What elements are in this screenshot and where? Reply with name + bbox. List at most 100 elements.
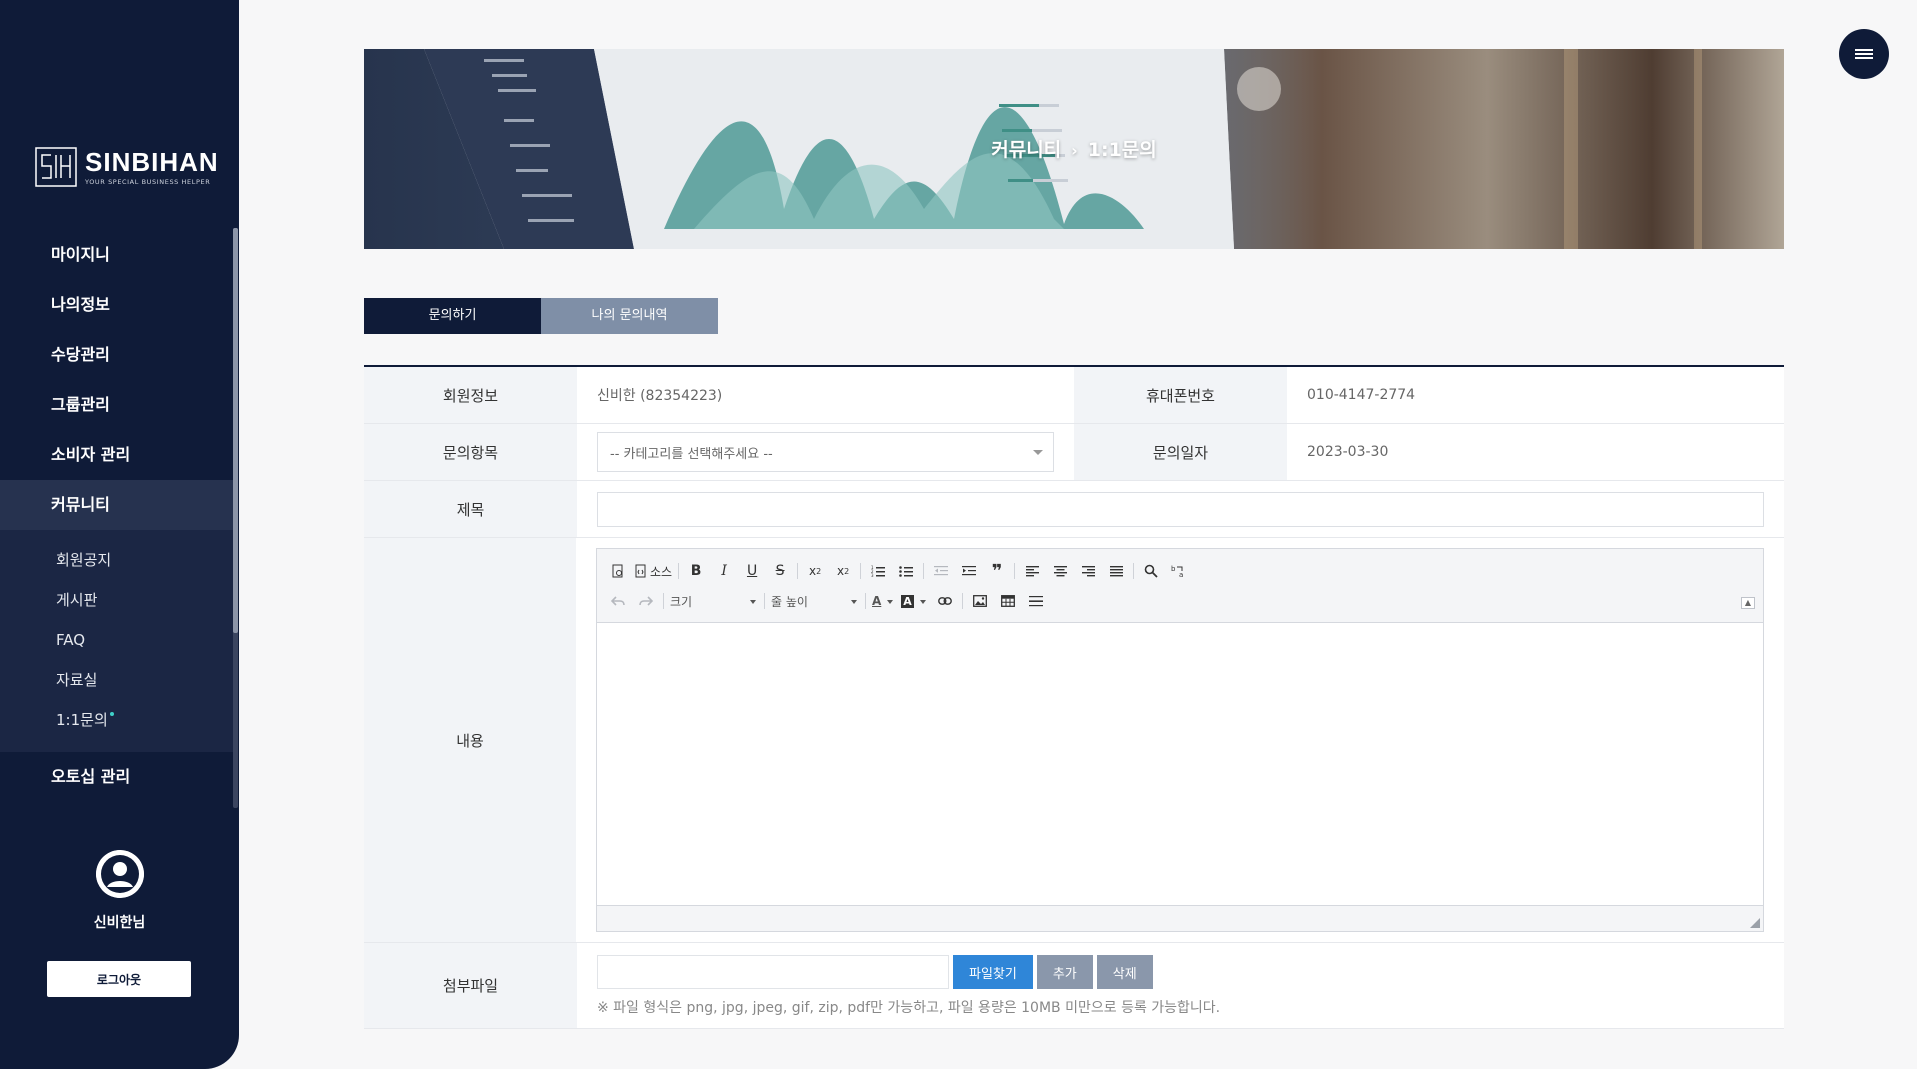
category-label: 문의항목 (364, 424, 577, 480)
submenu-item-board[interactable]: 게시판 (0, 580, 233, 620)
toolbar-separator (923, 563, 925, 579)
submenu-item-inquiry[interactable]: 1:1문의 (0, 700, 233, 740)
align-left-icon[interactable] (1021, 560, 1043, 582)
outdent-icon[interactable] (930, 560, 952, 582)
resize-handle-icon[interactable] (1750, 918, 1760, 928)
replace-icon[interactable]: ba (1168, 560, 1190, 582)
hamburger-menu-button[interactable] (1839, 29, 1889, 79)
undo-icon[interactable] (607, 590, 629, 612)
brand-title: SINBIHAN (85, 146, 219, 177)
subscript-icon[interactable]: x2 (804, 560, 826, 582)
search-icon[interactable] (1140, 560, 1162, 582)
submenu-label: 자료실 (56, 671, 98, 689)
content-cell: 소스 B I U S x2 x2 123 ❞ b a 크기 줄 높이 A A ▲ (576, 538, 1784, 942)
toolbar-separator (764, 593, 765, 609)
sidebar-item-group[interactable]: 그룹관리 (0, 380, 233, 430)
svg-text:3: 3 (871, 573, 874, 577)
sidebar-item-consumer[interactable]: 소비자 관리 (0, 430, 233, 480)
indent-icon[interactable] (958, 560, 980, 582)
file-name-field[interactable] (597, 955, 949, 989)
redo-icon[interactable] (635, 590, 657, 612)
brand-tagline: YOUR SPECIAL BUSINESS HELPER (85, 177, 211, 186)
main-menu: 마이지니 나의정보 수당관리 그룹관리 소비자 관리 커뮤니티 회원공지 게시판… (0, 230, 233, 802)
font-color-glyph: A (872, 594, 882, 608)
source-button[interactable]: 소스 (635, 560, 672, 582)
user-profile: 신비한님 로그아웃 (0, 850, 239, 997)
submenu-label: 1:1문의 (56, 711, 108, 729)
sidebar-item-my-info[interactable]: 나의정보 (0, 280, 233, 330)
title-cell (577, 481, 1784, 537)
phone-value: 010-4147-2774 (1307, 387, 1416, 403)
italic-icon[interactable]: I (713, 560, 735, 582)
image-icon[interactable] (969, 590, 991, 612)
font-color-icon[interactable]: A (872, 590, 895, 612)
svg-text:b: b (1171, 565, 1176, 573)
form-row-title: 제목 (364, 481, 1784, 538)
toolbar-separator (678, 563, 680, 579)
file-format-note: ※ 파일 형식은 png, jpg, jpeg, gif, zip, pdf만 … (597, 1000, 1221, 1016)
inquiry-date-value: 2023-03-30 (1307, 444, 1389, 460)
community-submenu: 회원공지 게시판 FAQ 자료실 1:1문의 (0, 530, 233, 752)
source-label: 소스 (650, 564, 673, 579)
title-input[interactable] (597, 491, 1764, 527)
background-color-icon[interactable]: A (901, 590, 928, 612)
submenu-item-faq[interactable]: FAQ (0, 620, 233, 660)
brand-logo[interactable]: SINBIHAN YOUR SPECIAL BUSINESS HELPER (35, 147, 219, 187)
sidebar-item-allowance[interactable]: 수당관리 (0, 330, 233, 380)
preview-icon[interactable] (607, 560, 629, 582)
align-center-icon[interactable] (1049, 560, 1071, 582)
sidebar-scrollbar-thumb[interactable] (233, 228, 238, 633)
add-file-button[interactable]: 추가 (1036, 955, 1093, 989)
superscript-icon[interactable]: x2 (832, 560, 854, 582)
inquiry-date-label: 문의일자 (1074, 424, 1287, 480)
content-editor-area[interactable] (597, 623, 1763, 905)
editor-toolbar: 소스 B I U S x2 x2 123 ❞ b a 크기 줄 높이 A A ▲ (597, 549, 1763, 623)
toolbar-collapse-icon[interactable]: ▲ (1741, 597, 1755, 609)
content-label: 내용 (364, 538, 576, 942)
align-justify-icon[interactable] (1105, 560, 1127, 582)
breadcrumb-parent[interactable]: 커뮤니티 (991, 139, 1061, 161)
submenu-label: FAQ (56, 631, 86, 649)
table-icon[interactable] (997, 590, 1019, 612)
strikethrough-icon[interactable]: S (769, 560, 791, 582)
underline-icon[interactable]: U (741, 560, 763, 582)
horizontal-rule-icon[interactable] (1025, 590, 1047, 612)
browse-file-button[interactable]: 파일찾기 (953, 955, 1033, 989)
category-select-value: -- 카테고리를 선택해주세요 -- (610, 446, 773, 462)
tab-my-inquiries[interactable]: 나의 문의내역 (541, 298, 718, 334)
hamburger-icon (1855, 47, 1873, 61)
logo-mark-icon (35, 147, 77, 187)
ordered-list-icon[interactable]: 123 (867, 560, 889, 582)
background-color-glyph: A (901, 594, 914, 608)
sidebar-item-autoship[interactable]: 오토십 관리 (0, 752, 233, 802)
member-info-value: 신비한 (82354223) (597, 388, 723, 404)
logout-button[interactable]: 로그아웃 (47, 961, 191, 997)
inquiry-form: 회원정보 신비한 (82354223) 휴대폰번호 010-4147-2774 … (364, 365, 1784, 1029)
delete-file-button[interactable]: 삭제 (1096, 955, 1153, 989)
toolbar-separator (1014, 563, 1016, 579)
blockquote-icon[interactable]: ❞ (986, 560, 1008, 582)
link-icon[interactable] (934, 590, 956, 612)
sidebar-item-my-genie[interactable]: 마이지니 (0, 230, 233, 280)
sidebar-item-community[interactable]: 커뮤니티 (0, 480, 233, 530)
bold-icon[interactable]: B (685, 560, 707, 582)
tab-write-inquiry[interactable]: 문의하기 (364, 298, 541, 334)
toolbar-separator (1133, 563, 1135, 579)
category-select[interactable]: -- 카테고리를 선택해주세요 -- (597, 432, 1054, 472)
submenu-item-notice[interactable]: 회원공지 (0, 540, 233, 580)
breadcrumb-separator-icon: › (1071, 141, 1078, 160)
form-row-content: 내용 소스 B I U S x 2 x 2 1 2 3 ❞ b a 크기 줄 높… (364, 538, 1784, 943)
form-row-member: 회원정보 신비한 (82354223) 휴대폰번호 010-4147-2774 (364, 367, 1784, 424)
toolbar-separator (797, 563, 799, 579)
submenu-item-archive[interactable]: 자료실 (0, 660, 233, 700)
unordered-list-icon[interactable] (895, 560, 917, 582)
align-right-icon[interactable] (1077, 560, 1099, 582)
attachment-label: 첨부파일 (364, 943, 577, 1028)
attachment-cell: 파일찾기 추가 삭제 ※ 파일 형식은 png, jpg, jpeg, gif,… (577, 943, 1784, 1028)
svg-text:a: a (1179, 571, 1183, 578)
submenu-label: 회원공지 (56, 551, 112, 569)
line-height-select[interactable]: 줄 높이 (771, 590, 859, 612)
font-size-select[interactable]: 크기 (670, 590, 758, 612)
toolbar-separator (865, 593, 866, 609)
form-row-attachment: 첨부파일 파일찾기 추가 삭제 ※ 파일 형식은 png, jpg, jpeg,… (364, 943, 1784, 1029)
